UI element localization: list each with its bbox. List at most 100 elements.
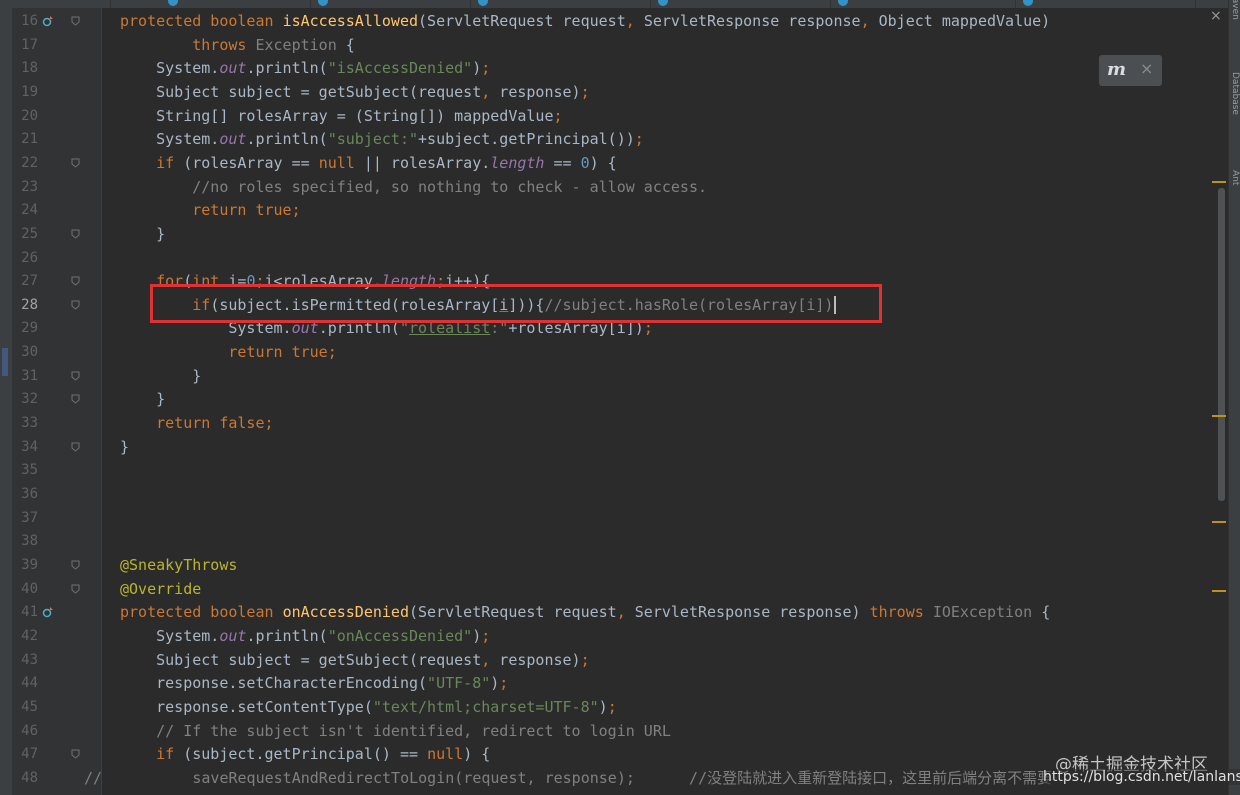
code-line[interactable]: 21 System.out.println("subject:"+subject… [0,128,1240,151]
editor-tab-strip [0,0,1228,8]
code-line[interactable]: 34} [0,436,1240,459]
code-text[interactable]: //no roles specified, so nothing to chec… [120,176,707,199]
code-line[interactable]: 33 return false; [0,412,1240,435]
code-text[interactable]: if (rolesArray == null || rolesArray.len… [120,152,617,175]
error-stripe-marker[interactable] [1212,415,1226,417]
code-line[interactable]: 25 } [0,223,1240,246]
code-text[interactable]: @SneakyThrows [120,554,237,577]
code-text[interactable]: } [120,223,165,246]
close-icon[interactable]: × [1140,59,1153,78]
code-line[interactable]: 31 } [0,365,1240,388]
code-line[interactable]: 44 response.setCharacterEncoding("UTF-8"… [0,672,1240,695]
fold-marker-icon[interactable] [71,229,80,239]
override-method-icon[interactable] [42,16,53,27]
fold-marker-icon[interactable] [71,749,80,759]
code-text[interactable]: protected boolean onAccessDenied(Servlet… [120,601,1050,624]
code-line[interactable]: 40 @Override [0,578,1240,601]
class-icon [478,0,488,6]
code-line[interactable]: 41 protected boolean onAccessDenied(Servl… [0,601,1240,624]
code-text[interactable]: System.out.println("onAccessDenied"); [120,625,490,648]
code-text[interactable]: } [120,388,165,411]
code-text[interactable]: throws Exception { [120,34,355,57]
editor-tab[interactable] [20,0,111,8]
line-number: 39 [21,556,38,573]
class-icon [1023,0,1033,6]
code-text[interactable]: return false; [120,412,273,435]
code-text[interactable]: if(subject.isPermitted(rolesArray[i])){/… [120,294,837,317]
code-line[interactable]: 29 System.out.println("rolealist:"+roles… [0,317,1240,340]
scrollbar-thumb[interactable] [1218,188,1225,501]
code-line[interactable]: 32 } [0,388,1240,411]
code-text[interactable]: System.out.println("subject:"+subject.ge… [120,128,644,151]
editor-tab[interactable] [650,0,831,8]
code-text[interactable]: } [120,365,201,388]
fold-marker-icon[interactable] [71,394,80,405]
code-text[interactable]: response.setCharacterEncoding("UTF-8"); [120,672,508,695]
code-text[interactable]: if (subject.getPrincipal() == null) { [120,743,490,766]
code-text[interactable]: // saveRequestAndRedirectToLogin(request… [84,767,1052,790]
editor-tab[interactable] [310,0,471,8]
override-method-icon[interactable] [42,607,53,618]
fold-marker-icon[interactable] [71,560,80,570]
ant-tab[interactable]: Ant [1230,170,1240,185]
code-text[interactable]: System.out.println("rolealist:"+rolesArr… [120,317,652,340]
code-text[interactable]: return true; [120,199,300,222]
error-stripe-marker[interactable] [1212,521,1226,523]
code-text[interactable]: @Override [120,578,201,601]
code-text[interactable]: response.setContentType("text/html;chars… [120,696,617,719]
editor-tab[interactable] [830,0,1016,8]
code-line[interactable]: 19 Subject subject = getSubject(request,… [0,81,1240,104]
error-stripe-marker[interactable] [1212,590,1226,592]
code-line[interactable]: 43 Subject subject = getSubject(request,… [0,649,1240,672]
code-line[interactable]: 37 [0,507,1240,530]
editor-tab[interactable] [160,0,311,8]
code-line[interactable]: 30 return true; [0,341,1240,364]
code-line[interactable]: 27 for(int i=0;i<rolesArray.length;i++){ [0,270,1240,293]
code-line[interactable]: 35 [0,459,1240,482]
code-line[interactable]: 47 if (subject.getPrincipal() == null) { [0,743,1240,766]
editor-tab-active[interactable] [1015,0,1196,8]
code-line[interactable]: 45 response.setContentType("text/html;ch… [0,696,1240,719]
code-text[interactable]: } [120,436,129,459]
code-text[interactable]: for(int i=0;i<rolesArray.length;i++){ [120,270,490,293]
fold-marker-icon[interactable] [71,300,80,310]
code-text[interactable]: // If the subject isn't identified, redi… [120,720,671,743]
code-line[interactable]: 18 System.out.println("isAccessDenied"); [0,57,1240,80]
code-text[interactable]: protected boolean isAccessAllowed(Servle… [120,10,1050,33]
maven-icon[interactable]: m [1107,59,1126,80]
code-line[interactable]: 22 if (rolesArray == null || rolesArray.… [0,152,1240,175]
fold-marker-icon[interactable] [71,371,80,381]
code-line[interactable]: 36 [0,483,1240,506]
fold-marker-icon[interactable] [71,584,80,594]
code-line[interactable]: 46 // If the subject isn't identified, r… [0,720,1240,743]
class-icon [318,0,328,6]
code-text[interactable]: System.out.println("isAccessDenied"); [120,57,490,80]
fold-marker-icon[interactable] [71,276,80,286]
fold-marker-icon[interactable] [71,442,80,452]
code-line[interactable]: 17 throws Exception { [0,34,1240,57]
error-stripe-marker[interactable] [1212,181,1226,183]
fold-marker-icon[interactable] [71,158,80,168]
code-text[interactable]: Subject subject = getSubject(request, re… [120,81,590,104]
code-line[interactable]: 28 if(subject.isPermitted(rolesArray[i])… [0,294,1240,317]
maven-tab[interactable]: Maven [1230,0,1240,20]
editor-tab[interactable] [470,0,651,8]
code-line[interactable]: 23 //no roles specified, so nothing to c… [0,176,1240,199]
code-line[interactable]: 16 protected boolean isAccessAllowed(Serv… [0,10,1240,33]
code-line[interactable]: 26 [0,247,1240,270]
line-number: 24 [21,202,38,219]
maven-load-popup[interactable]: m × [1099,55,1162,86]
database-tab[interactable]: Database [1230,72,1240,115]
code-line[interactable]: 24 return true; [0,199,1240,222]
code-line[interactable]: 38 [0,530,1240,553]
code-line[interactable]: 20 String[] rolesArray = (String[]) mapp… [0,105,1240,128]
code-text[interactable]: return true; [120,341,336,364]
code-text[interactable]: String[] rolesArray = (String[]) mappedV… [120,105,562,128]
scrollbar[interactable] [1217,8,1227,795]
code-line[interactable]: 39 @SneakyThrows [0,554,1240,577]
code-line[interactable]: 42 System.out.println("onAccessDenied"); [0,625,1240,648]
code-text[interactable]: Subject subject = getSubject(request, re… [120,649,590,672]
fold-marker-icon[interactable] [71,16,80,26]
close-icon[interactable]: × [1210,8,1222,24]
line-number: 44 [21,675,38,692]
